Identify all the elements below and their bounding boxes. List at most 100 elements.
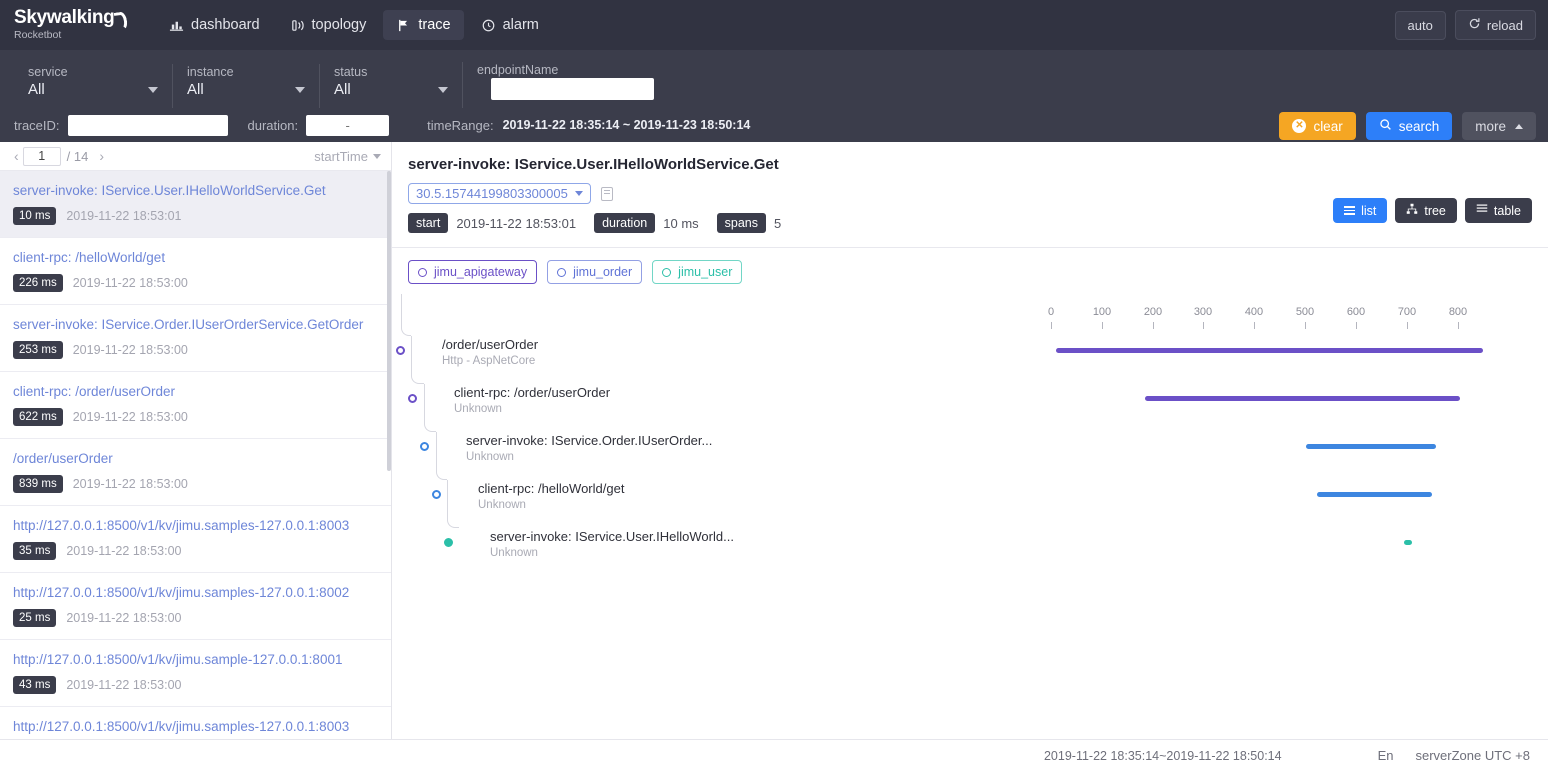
status-filter[interactable]: status All — [319, 64, 462, 108]
trace-list-item[interactable]: http://127.0.0.1:8500/v1/kv/jimu.samples… — [0, 573, 391, 640]
span-bar[interactable] — [1317, 492, 1432, 497]
nav-label-dashboard: dashboard — [191, 17, 260, 33]
trace-list-item[interactable]: server-invoke: IService.Order.IUserOrder… — [0, 305, 391, 372]
time-range-value[interactable]: 2019-11-22 18:35:14 ~ 2019-11-23 18:50:1… — [503, 118, 751, 132]
trace-item-time: 2019-11-22 18:53:00 — [73, 343, 188, 357]
start-tag: start — [408, 213, 448, 233]
span-bar[interactable] — [1306, 444, 1436, 449]
trace-item-title: http://127.0.0.1:8500/v1/kv/jimu.samples… — [13, 584, 379, 602]
search-button[interactable]: search — [1366, 112, 1453, 140]
brand-logo[interactable]: Skywalking Rocketbot — [14, 8, 134, 42]
service-chip-jimu-user[interactable]: jimu_user — [652, 260, 742, 284]
span-bar[interactable] — [1056, 348, 1483, 353]
ruler-tick-500: 500 — [1290, 306, 1320, 329]
span-row[interactable]: client-rpc: /helloWorld/get Unknown — [392, 476, 1548, 524]
reload-label: reload — [1487, 18, 1523, 33]
ruler-tick-600: 600 — [1341, 306, 1371, 329]
pagination-bar: ‹ / 14 › startTime — [0, 142, 391, 171]
endpoint-name-input[interactable] — [491, 78, 654, 100]
topnav-actions: auto reload — [1395, 10, 1536, 40]
footer-time-range: 2019-11-22 18:35:14~2019-11-22 18:50:14 — [1044, 749, 1282, 763]
trace-list-item[interactable]: http://127.0.0.1:8500/v1/kv/jimu.samples… — [0, 506, 391, 573]
server-timezone: serverZone UTC +8 — [1415, 748, 1530, 763]
span-layer: Http - AspNetCore — [442, 354, 535, 369]
nav-item-alarm[interactable]: alarm — [468, 10, 552, 40]
duration-input[interactable] — [306, 115, 389, 136]
span-row[interactable]: server-invoke: IService.User.IHelloWorld… — [392, 524, 1548, 572]
trace-item-title: client-rpc: /helloWorld/get — [13, 249, 379, 267]
trace-list[interactable]: server-invoke: IService.User.IHelloWorld… — [0, 171, 391, 771]
span-bar[interactable] — [1145, 396, 1460, 401]
trace-list-item[interactable]: http://127.0.0.1:8500/v1/kv/jimu.sample-… — [0, 640, 391, 707]
nav-item-dashboard[interactable]: dashboard — [156, 10, 273, 40]
chart-bar-icon — [169, 18, 184, 33]
auto-refresh-button[interactable]: auto — [1395, 11, 1446, 40]
service-filter-value: All — [28, 80, 45, 100]
nav-item-trace[interactable]: trace — [383, 10, 463, 40]
list-scrollbar[interactable] — [387, 171, 391, 471]
trace-item-time: 2019-11-22 18:53:00 — [66, 611, 181, 625]
chevron-down-icon[interactable] — [148, 87, 158, 93]
service-filter[interactable]: service All — [14, 64, 172, 108]
trace-id-dropdown[interactable]: 30.5.15744199803300005 — [408, 183, 591, 204]
alarm-clock-icon — [481, 18, 496, 33]
span-timeline-graph: 0 100 200 300 400 500 600 700 800 /order — [392, 284, 1548, 771]
nav-item-topology[interactable]: topology — [277, 10, 380, 40]
span-row[interactable]: server-invoke: IService.Order.IUserOrder… — [392, 428, 1548, 476]
span-row[interactable]: client-rpc: /order/userOrder Unknown — [392, 380, 1548, 428]
view-mode-buttons: list tree table — [1333, 198, 1532, 223]
prev-page-button[interactable]: ‹ — [10, 148, 23, 164]
copy-icon[interactable] — [601, 187, 613, 201]
trace-item-duration: 10 ms — [13, 207, 56, 225]
trace-id-input[interactable] — [68, 115, 228, 136]
circle-icon — [418, 268, 427, 277]
trace-id-label: traceID: — [14, 118, 60, 133]
service-chip-jimu-order[interactable]: jimu_order — [547, 260, 642, 284]
service-chip-jimu-apigateway[interactable]: jimu_apigateway — [408, 260, 537, 284]
span-layer: Unknown — [478, 498, 526, 513]
span-row[interactable]: /order/userOrder Http - AspNetCore — [392, 332, 1548, 380]
page-number-input[interactable] — [23, 147, 61, 166]
nav-label-topology: topology — [312, 17, 367, 33]
trace-list-item[interactable]: client-rpc: /helloWorld/get 226 ms 2019-… — [0, 238, 391, 305]
trace-list-item[interactable]: /order/userOrder 839 ms 2019-11-22 18:53… — [0, 439, 391, 506]
language-selector[interactable]: En — [1378, 748, 1394, 763]
tree-icon — [1406, 203, 1418, 218]
more-label: more — [1475, 119, 1506, 134]
trace-list-item[interactable]: server-invoke: IService.User.IHelloWorld… — [0, 171, 391, 238]
trace-item-duration: 226 ms — [13, 274, 63, 292]
trace-list-panel: ‹ / 14 › startTime server-invoke: IServi… — [0, 142, 392, 771]
trace-item-title: server-invoke: IService.User.IHelloWorld… — [13, 182, 379, 200]
trace-item-duration: 839 ms — [13, 475, 63, 493]
sort-by-start-time[interactable]: startTime — [314, 149, 381, 164]
trace-list-item[interactable]: client-rpc: /order/userOrder 622 ms 2019… — [0, 372, 391, 439]
spans-value: 5 — [774, 216, 781, 231]
auto-label: auto — [1408, 18, 1433, 33]
endpoint-name-filter: endpointName — [462, 62, 682, 108]
instance-filter[interactable]: instance All — [172, 64, 319, 108]
span-bar[interactable] — [1404, 540, 1412, 545]
span-dot-icon — [420, 442, 429, 451]
view-mode-list[interactable]: list — [1333, 198, 1387, 223]
view-mode-table[interactable]: table — [1465, 198, 1532, 223]
table-icon — [1476, 203, 1488, 218]
clear-button[interactable]: ✕ clear — [1279, 112, 1355, 140]
filter-action-buttons: ✕ clear search more — [1279, 112, 1536, 140]
view-label-tree: tree — [1424, 204, 1446, 218]
service-chip-label: jimu_apigateway — [434, 265, 527, 279]
span-dot-icon — [396, 346, 405, 355]
more-button[interactable]: more — [1462, 112, 1536, 140]
chevron-down-icon[interactable] — [438, 87, 448, 93]
filter-row-selects: service All instance All status All endp… — [0, 50, 1548, 108]
nav-label-trace: trace — [418, 17, 450, 33]
chevron-down-icon[interactable] — [295, 87, 305, 93]
ruler-tick-700: 700 — [1392, 306, 1422, 329]
reload-button[interactable]: reload — [1455, 10, 1536, 40]
trace-flag-icon — [396, 18, 411, 33]
ruler-tick-300: 300 — [1188, 306, 1218, 329]
trace-item-time: 2019-11-22 18:53:00 — [66, 544, 181, 558]
start-value: 2019-11-22 18:53:01 — [456, 216, 576, 231]
view-mode-tree[interactable]: tree — [1395, 198, 1457, 223]
next-page-button[interactable]: › — [95, 148, 108, 164]
trace-item-duration: 43 ms — [13, 676, 56, 694]
